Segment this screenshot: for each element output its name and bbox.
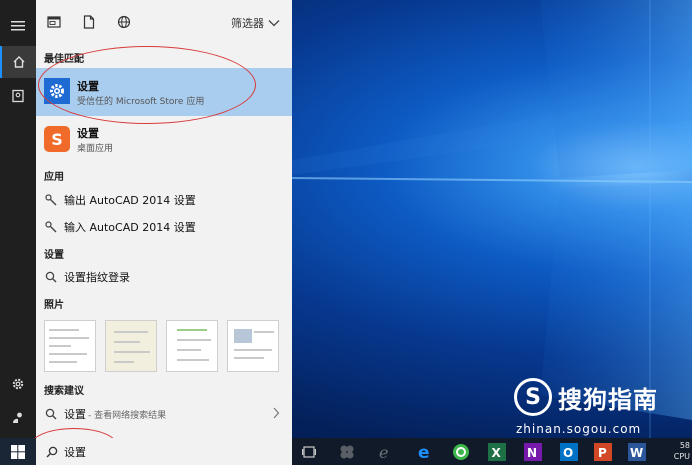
document-icon bbox=[83, 15, 95, 29]
onenote-icon: N bbox=[524, 443, 542, 461]
suggestion-label: 设置 bbox=[64, 408, 86, 421]
documents-filter-button[interactable] bbox=[81, 14, 97, 30]
feedback-icon bbox=[13, 412, 22, 423]
wrench-icon bbox=[45, 221, 57, 233]
svg-text:N: N bbox=[527, 446, 537, 460]
search-icon bbox=[45, 408, 57, 420]
taskbar-ie-button[interactable]: e bbox=[374, 441, 396, 463]
task-view-button[interactable] bbox=[298, 441, 320, 463]
web-filter-button[interactable] bbox=[116, 14, 132, 30]
search-input[interactable] bbox=[64, 445, 244, 458]
browser-360-icon bbox=[453, 444, 469, 460]
chevron-right-icon bbox=[273, 407, 280, 419]
settings-app-tile bbox=[44, 78, 70, 104]
taskbar-outlook-button[interactable]: O bbox=[558, 441, 580, 463]
taskbar-word-button[interactable]: W bbox=[626, 441, 648, 463]
filter-label: 筛选器 bbox=[231, 17, 264, 30]
app-result-label: 输出 AutoCAD 2014 设置 bbox=[64, 194, 196, 207]
app-result-import[interactable]: 输入 AutoCAD 2014 设置 bbox=[36, 215, 292, 239]
home-button[interactable] bbox=[0, 46, 36, 78]
app-result-export[interactable]: 输出 AutoCAD 2014 设置 bbox=[36, 188, 292, 212]
svg-text:O: O bbox=[563, 446, 573, 460]
app-grid-icon bbox=[340, 445, 354, 459]
taskbar-excel-button[interactable]: X bbox=[486, 441, 508, 463]
photo-thumbnail[interactable] bbox=[105, 320, 157, 372]
taskbar-360-button[interactable] bbox=[450, 441, 472, 463]
search-results-panel: 筛选器 最佳匹配 设置 受信任的 Microsoft Store 应用 S 设置… bbox=[36, 0, 292, 438]
desktop-app-title: 设置 bbox=[77, 127, 99, 140]
section-apps: 应用 bbox=[44, 172, 64, 183]
tray-label: CPU bbox=[673, 452, 690, 461]
system-tray-cpu: 58 CPU bbox=[674, 440, 690, 462]
start-left-rail bbox=[0, 0, 36, 438]
search-icon bbox=[46, 446, 58, 457]
notebook-button[interactable] bbox=[0, 80, 36, 112]
chevron-down-icon bbox=[268, 20, 280, 27]
svg-text:e: e bbox=[418, 444, 430, 460]
task-view-icon bbox=[302, 446, 316, 458]
watermark-url: zhinan.sogou.com bbox=[516, 422, 642, 436]
watermark-title: 搜狗指南 bbox=[558, 386, 658, 414]
suggestion-sub: - 查看网络搜索结果 bbox=[88, 410, 167, 421]
taskbar-edge-button[interactable]: e bbox=[414, 441, 436, 463]
hamburger-icon bbox=[11, 21, 25, 31]
window-icon bbox=[47, 16, 61, 28]
gear-icon bbox=[12, 378, 24, 390]
photo-thumbnail[interactable] bbox=[166, 320, 218, 372]
settings-rail-button[interactable] bbox=[0, 368, 36, 400]
notebook-icon bbox=[12, 89, 24, 103]
hamburger-menu-button[interactable] bbox=[0, 10, 36, 42]
windows-logo-icon bbox=[11, 444, 25, 459]
internet-explorer-icon: e bbox=[379, 444, 388, 460]
feedback-button[interactable] bbox=[0, 402, 36, 434]
photo-thumbnail[interactable] bbox=[44, 320, 96, 372]
section-search-suggestions: 搜索建议 bbox=[44, 386, 84, 397]
taskbar-app-pinned[interactable] bbox=[336, 441, 358, 463]
taskbar-powerpoint-button[interactable]: P bbox=[592, 441, 614, 463]
wrench-icon bbox=[45, 194, 57, 206]
sogou-logo-icon: S bbox=[514, 378, 552, 416]
filter-dropdown[interactable]: 筛选器 bbox=[231, 15, 280, 31]
taskbar: e e X N O P W 58 CPU bbox=[0, 438, 692, 465]
outlook-icon: O bbox=[560, 443, 578, 461]
home-icon bbox=[13, 56, 25, 68]
gear-icon bbox=[50, 84, 64, 98]
settings-result-label: 设置指纹登录 bbox=[64, 271, 130, 284]
section-best-match: 最佳匹配 bbox=[44, 54, 84, 65]
best-match-result[interactable]: 设置 受信任的 Microsoft Store 应用 bbox=[36, 68, 292, 116]
word-icon: W bbox=[628, 443, 646, 461]
svg-text:W: W bbox=[630, 446, 643, 460]
sogou-app-icon: S bbox=[44, 126, 70, 152]
edge-icon: e bbox=[418, 444, 430, 460]
desktop-app-result[interactable]: S 设置 桌面应用 bbox=[36, 120, 292, 160]
settings-result-fingerprint[interactable]: 设置指纹登录 bbox=[36, 265, 292, 289]
photo-thumbnail[interactable] bbox=[227, 320, 279, 372]
svg-text:X: X bbox=[492, 446, 502, 460]
section-photos: 照片 bbox=[44, 300, 64, 311]
desktop-app-subtitle: 桌面应用 bbox=[77, 144, 114, 154]
start-button[interactable] bbox=[0, 438, 36, 465]
section-settings: 设置 bbox=[44, 250, 64, 261]
powerpoint-icon: P bbox=[594, 443, 612, 461]
web-suggestion-row[interactable]: 设置 - 查看网络搜索结果 bbox=[36, 401, 292, 427]
apps-filter-button[interactable] bbox=[46, 14, 62, 30]
svg-text:e: e bbox=[379, 444, 388, 460]
best-match-title: 设置 bbox=[77, 80, 99, 93]
tray-value: 58 bbox=[679, 441, 690, 450]
taskbar-search-box[interactable] bbox=[36, 438, 292, 465]
search-icon bbox=[45, 271, 57, 283]
svg-text:P: P bbox=[598, 446, 607, 460]
globe-icon bbox=[117, 15, 131, 29]
taskbar-onenote-button[interactable]: N bbox=[522, 441, 544, 463]
sogou-watermark: S 搜狗指南 zhinan.sogou.com bbox=[514, 378, 684, 438]
app-result-label: 输入 AutoCAD 2014 设置 bbox=[64, 221, 196, 234]
excel-icon: X bbox=[488, 443, 506, 461]
panel-top-bar: 筛选器 bbox=[36, 0, 292, 44]
best-match-subtitle: 受信任的 Microsoft Store 应用 bbox=[77, 97, 205, 107]
